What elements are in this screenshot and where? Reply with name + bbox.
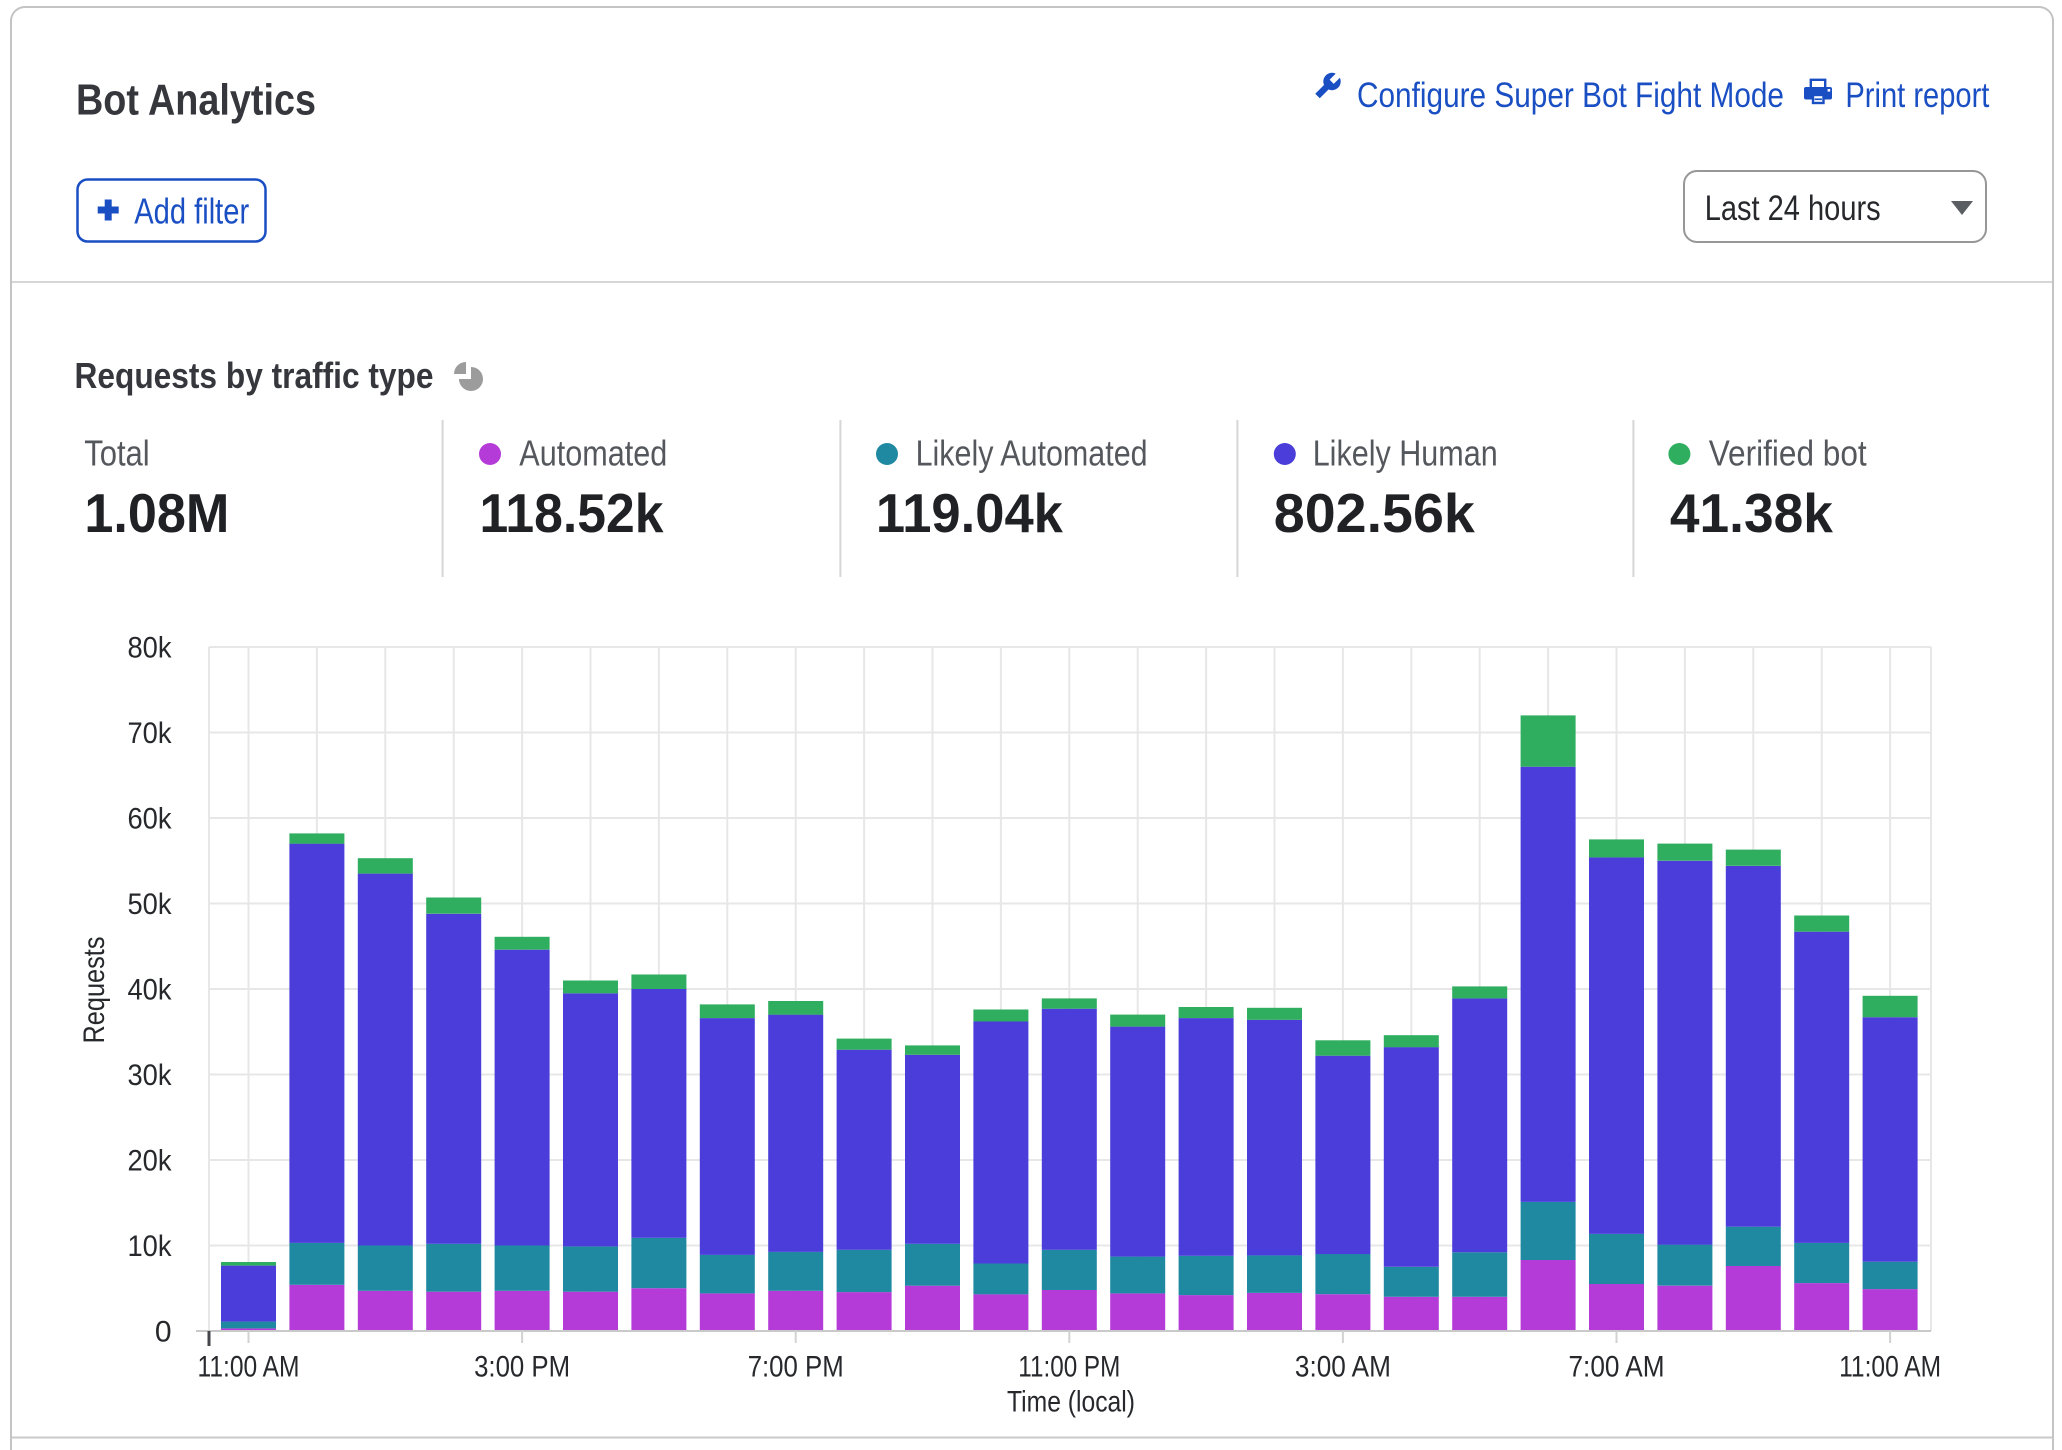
- svg-text:11:00 AM: 11:00 AM: [198, 1351, 300, 1384]
- svg-text:0: 0: [155, 1316, 172, 1349]
- svg-text:119.04k: 119.04k: [876, 482, 1063, 544]
- svg-text:20k: 20k: [128, 1145, 173, 1178]
- svg-text:802.56k: 802.56k: [1274, 482, 1475, 544]
- svg-text:Automated: Automated: [519, 433, 667, 474]
- svg-text:Requests by traffic type: Requests by traffic type: [75, 355, 434, 396]
- svg-text:11:00 PM: 11:00 PM: [1018, 1351, 1120, 1384]
- svg-text:7:00 AM: 7:00 AM: [1569, 1351, 1665, 1384]
- svg-text:7:00 PM: 7:00 PM: [748, 1351, 844, 1384]
- svg-text:70k: 70k: [128, 717, 173, 750]
- svg-text:50k: 50k: [128, 888, 173, 921]
- svg-text:Print report: Print report: [1845, 76, 1989, 115]
- svg-text:Likely Human: Likely Human: [1313, 433, 1498, 474]
- svg-text:118.52k: 118.52k: [480, 482, 664, 544]
- svg-text:Requests: Requests: [78, 937, 111, 1044]
- svg-text:Add filter: Add filter: [134, 191, 249, 232]
- svg-text:1.08M: 1.08M: [84, 482, 229, 544]
- svg-text:10k: 10k: [128, 1230, 173, 1263]
- svg-text:40k: 40k: [128, 974, 173, 1007]
- svg-text:Likely Automated: Likely Automated: [916, 433, 1148, 474]
- svg-text:Verified bot: Verified bot: [1709, 433, 1867, 474]
- svg-text:3:00 AM: 3:00 AM: [1295, 1351, 1391, 1384]
- svg-text:80k: 80k: [128, 632, 173, 665]
- svg-text:3:00 PM: 3:00 PM: [474, 1351, 570, 1384]
- svg-text:Total: Total: [84, 433, 150, 474]
- svg-text:Time (local): Time (local): [1007, 1386, 1135, 1419]
- svg-text:11:00 AM: 11:00 AM: [1839, 1351, 1941, 1384]
- svg-text:41.38k: 41.38k: [1670, 482, 1833, 544]
- svg-text:60k: 60k: [128, 803, 173, 836]
- svg-text:Configure Super Bot Fight Mode: Configure Super Bot Fight Mode: [1357, 76, 1784, 115]
- svg-text:30k: 30k: [128, 1059, 173, 1092]
- svg-text:Last 24 hours: Last 24 hours: [1705, 189, 1881, 228]
- svg-text:Bot Analytics: Bot Analytics: [76, 76, 316, 125]
